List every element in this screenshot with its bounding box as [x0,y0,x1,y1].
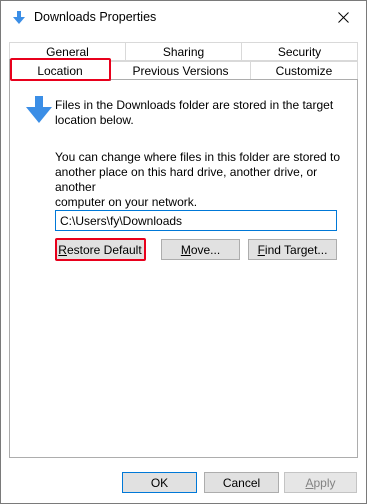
move-label: ove... [190,242,221,257]
cancel-label: Cancel [222,475,261,490]
apply-button[interactable]: Apply [284,472,357,493]
download-arrow-icon [26,96,52,123]
find-target-label: ind Target... [264,242,328,257]
title-bar[interactable]: Downloads Properties [1,1,366,35]
cancel-button[interactable]: Cancel [204,472,279,493]
ok-label: OK [150,475,169,490]
properties-dialog: Downloads Properties General Sharing Sec… [0,0,367,504]
tab-customize-label: Customize [275,63,333,78]
find-target-access-key: F [257,242,265,257]
close-icon [337,11,349,23]
tab-sharing[interactable]: Sharing [125,42,242,61]
tab-location[interactable]: Location [9,59,111,81]
apply-label: pply [313,475,336,490]
move-access-key: M [180,242,191,257]
tab-previous-versions[interactable]: Previous Versions [110,61,251,80]
tab-sharing-label: Sharing [162,44,205,59]
target-path-input[interactable] [55,210,337,231]
tab-security-label: Security [277,44,322,59]
apply-access-key: A [305,475,314,490]
tab-general-label: General [46,44,89,59]
window-title: Downloads Properties [34,10,157,24]
ok-button[interactable]: OK [122,472,197,493]
move-button[interactable]: Move... [161,239,240,260]
tab-security[interactable]: Security [241,42,358,61]
location-info-text: Files in the Downloads folder are stored… [55,98,334,127]
restore-default-button[interactable]: Restore Default [55,239,145,260]
close-button[interactable] [320,1,366,33]
tab-location-label: Location [37,63,83,78]
download-arrow-icon [13,11,25,24]
tab-customize[interactable]: Customize [250,61,358,80]
restore-default-access-key: R [58,242,67,257]
location-panel: Files in the Downloads folder are stored… [9,79,358,458]
find-target-button[interactable]: Find Target... [248,239,337,260]
restore-default-label: estore Default [66,242,142,257]
change-location-text: You can change where files in this folde… [55,150,341,209]
tab-previous-versions-label: Previous Versions [132,63,229,78]
